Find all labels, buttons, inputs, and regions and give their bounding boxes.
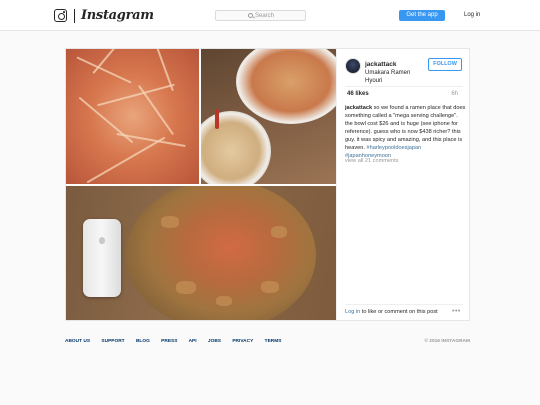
footer-link-jobs[interactable]: Jobs <box>208 339 221 344</box>
post-caption: jackattack so we found a ramen place tha… <box>345 104 467 160</box>
iphone-reference <box>83 219 121 297</box>
instagram-wordmark[interactable]: Instagram <box>81 8 154 23</box>
post-card: jackattack Umakara Ramen Hyouri FOLLOW 4… <box>65 48 470 321</box>
get-app-button[interactable]: Get the app <box>399 10 445 21</box>
photo-ramen-closeup <box>66 49 199 184</box>
post-sidebar: jackattack Umakara Ramen Hyouri FOLLOW 4… <box>336 49 470 320</box>
search-placeholder: Search <box>255 13 275 19</box>
more-dots-icon[interactable]: ••• <box>452 308 461 315</box>
logo-divider <box>74 9 75 23</box>
post-username[interactable]: jackattack <box>365 61 396 68</box>
footer-link-about[interactable]: About us <box>65 339 90 344</box>
follow-button[interactable]: FOLLOW <box>428 58 462 71</box>
post-timestamp[interactable]: 6h <box>451 91 458 97</box>
caption-username[interactable]: jackattack <box>345 105 372 111</box>
likes-count[interactable]: 46 likes <box>347 91 369 97</box>
login-to-comment-link[interactable]: Log in <box>345 309 360 315</box>
avatar[interactable] <box>345 58 361 74</box>
copyright: © 2016 Instagram <box>424 339 470 344</box>
top-navigation-bar: Instagram Search Get the app Log in <box>0 0 540 31</box>
divider <box>345 86 463 87</box>
login-link[interactable]: Log in <box>464 12 480 18</box>
search-icon <box>248 12 253 18</box>
search-box[interactable]: Search <box>215 10 306 21</box>
photo-mega-bowl-with-phone <box>66 186 336 320</box>
hashtag-link[interactable]: #harleypooldoesjapan <box>366 145 421 151</box>
photo-ramen-bowls <box>201 49 336 184</box>
footer-link-support[interactable]: Support <box>101 339 124 344</box>
view-all-comments-link[interactable]: view all 21 comments <box>345 158 398 164</box>
footer-link-blog[interactable]: Blog <box>136 339 150 344</box>
post-location[interactable]: Umakara Ramen Hyouri <box>365 69 421 85</box>
footer-link-privacy[interactable]: Privacy <box>232 339 253 344</box>
page-footer: About us Support Blog Press API Jobs Pri… <box>65 339 470 344</box>
footer-link-api[interactable]: API <box>189 339 197 344</box>
instagram-camera-icon[interactable] <box>54 9 67 22</box>
divider <box>345 304 463 305</box>
apple-logo-icon <box>99 237 105 244</box>
footer-link-press[interactable]: Press <box>161 339 177 344</box>
post-photo-collage[interactable] <box>66 49 336 320</box>
login-prompt: Log in to like or comment on this post <box>345 309 438 315</box>
footer-link-terms[interactable]: Terms <box>265 339 282 344</box>
login-prompt-text: to like or comment on this post <box>360 309 438 315</box>
